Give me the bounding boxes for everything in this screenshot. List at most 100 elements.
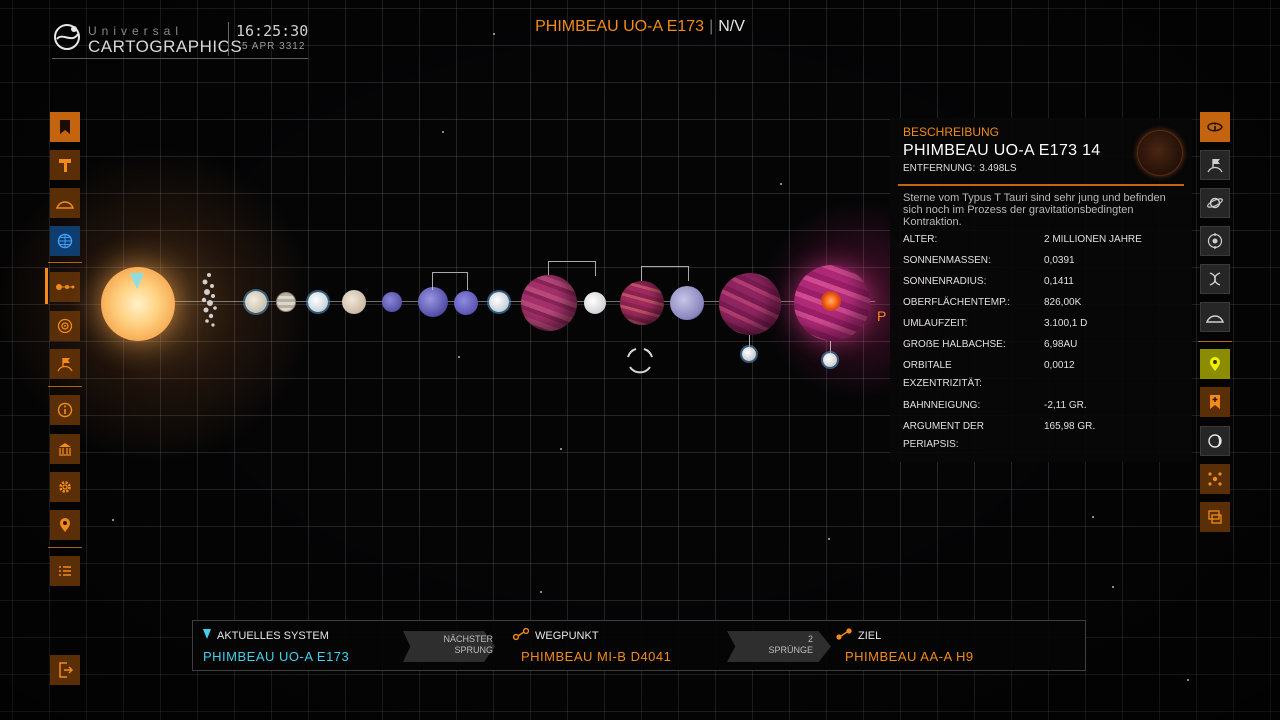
next-jump-line1: NÄCHSTER [443,634,493,644]
planet-gas-blue[interactable] [418,287,448,317]
terrain-icon [56,201,74,209]
system-title: PHIMBEAU UO-A E173 | N/V [0,18,1280,36]
route-bar: AKTUELLES SYSTEM PHIMBEAU UO-A E173 NÄCH… [192,620,1086,671]
sidebar-divider [48,547,82,548]
screen-button[interactable] [1200,502,1230,532]
planet-icy[interactable] [584,292,606,314]
ring-planet-button[interactable] [1200,188,1230,218]
body-name: PHIMBEAU UO-A E173 14 [903,142,1101,159]
dna-icon [1209,272,1221,286]
jumps-count: 2 [807,634,813,644]
bg-star [540,591,542,593]
moon-button[interactable] [1200,426,1230,456]
info-key: ALTER: [903,234,938,245]
info-value: 0,0391 [1044,255,1075,266]
biology-button[interactable] [1200,264,1230,294]
exit-button[interactable] [50,655,80,685]
jumps-label: SPRÜNGE [768,645,813,655]
add-bookmark-button[interactable] [1200,387,1230,417]
planet-icy[interactable] [489,292,509,312]
binary-bracket [432,272,468,290]
waypoint-value[interactable]: PHIMBEAU MI-B D4041 [521,649,671,664]
star-target-button[interactable] [1200,226,1230,256]
planet-icy[interactable] [276,292,296,312]
body-info-panel: BESCHREIBUNG PHIMBEAU UO-A E173 14 ENTFE… [890,118,1192,462]
government-button[interactable] [50,434,80,464]
screen-icon [1208,510,1222,524]
government-icon [59,443,71,456]
settings-icon [59,481,71,493]
moon-connector [830,341,831,353]
bg-star [442,131,444,133]
planet-flag-button[interactable] [50,349,80,379]
planet-rocky[interactable] [342,290,366,314]
moon-icy[interactable] [742,347,756,361]
planet-gas-blue[interactable] [454,291,478,315]
planet-icy[interactable] [308,292,328,312]
current-system-value[interactable]: PHIMBEAU UO-A E173 [203,649,349,664]
info-key: GROẞE HALBACHSE: [903,339,1006,350]
planet-gas-lavender[interactable] [670,286,704,320]
gas-giant-magenta[interactable] [521,275,577,331]
pin-button[interactable] [1200,349,1230,379]
tools-button[interactable] [50,150,80,180]
info-value: 0,1411 [1044,276,1074,287]
list-button[interactable] [50,556,80,586]
planet-flag-button[interactable] [1200,150,1230,180]
bookmark-button[interactable] [50,112,80,142]
terrain-button[interactable] [1200,302,1230,332]
waypoint-icon [513,627,529,641]
info-icon [1207,122,1223,132]
hammer-icon [59,159,71,172]
bg-star [780,183,782,185]
network-button[interactable] [1200,464,1230,494]
gas-giant-magenta[interactable] [719,273,781,335]
info-icon [57,402,73,418]
globe-icon [57,233,73,249]
add-bookmark-icon [1210,395,1220,409]
current-location-marker-icon [130,273,144,289]
title-separator: | [709,18,714,35]
logo-text-cartographics: CARTOGRAPHICS [88,37,243,56]
moon-icon [1208,434,1222,448]
destination-icon [836,628,852,640]
location-button[interactable] [50,510,80,540]
body-thumbnail [1137,130,1183,176]
pin-icon [1210,357,1220,371]
system-allegiance: N/V [718,18,745,35]
body-distance: ENTFERNUNG: 3.498LS [903,163,1017,174]
info-value: 3.100,1 D [1044,318,1088,329]
asteroid-belt-icon[interactable] [195,270,223,332]
info-value: 826,00K [1044,297,1082,308]
orbit-button[interactable] [50,311,80,341]
planet-icy[interactable] [245,291,267,313]
body-description: Sterne vom Typus T Tauri sind sehr jung … [903,192,1166,228]
terrain-button[interactable] [50,188,80,218]
globe-button[interactable] [50,226,80,256]
info-key: ORBITALE EXZENTRIZITÄT: [903,360,982,389]
bg-star [560,448,562,450]
planet-gas-blue[interactable] [382,292,402,312]
sidebar-divider [48,262,82,263]
system-map-icon [56,284,75,290]
system-map-button[interactable] [50,272,80,302]
moon-icy[interactable] [823,353,837,367]
info-key: SONNENMASSEN: [903,255,991,266]
destination-value[interactable]: PHIMBEAU AA-A H9 [845,649,974,664]
gas-giant-magenta[interactable] [620,281,664,325]
jumps-text: 2 SPRÜNGE [749,634,813,656]
selected-marker [45,268,48,304]
distance-value: 3.498LS [979,163,1017,174]
settings-button[interactable] [50,472,80,502]
info-button[interactable] [50,395,80,425]
panel-divider [898,184,1184,186]
exit-icon [59,662,73,678]
binary-bracket [548,261,596,276]
info-value: 165,98 GR. [1044,421,1096,432]
bg-star [1187,679,1189,681]
system-name: PHIMBEAU UO-A E173 [535,18,705,35]
orbit-icon [57,318,73,334]
list-icon [59,566,71,576]
info-tab-button[interactable] [1200,112,1230,142]
logo-underline [52,58,308,59]
